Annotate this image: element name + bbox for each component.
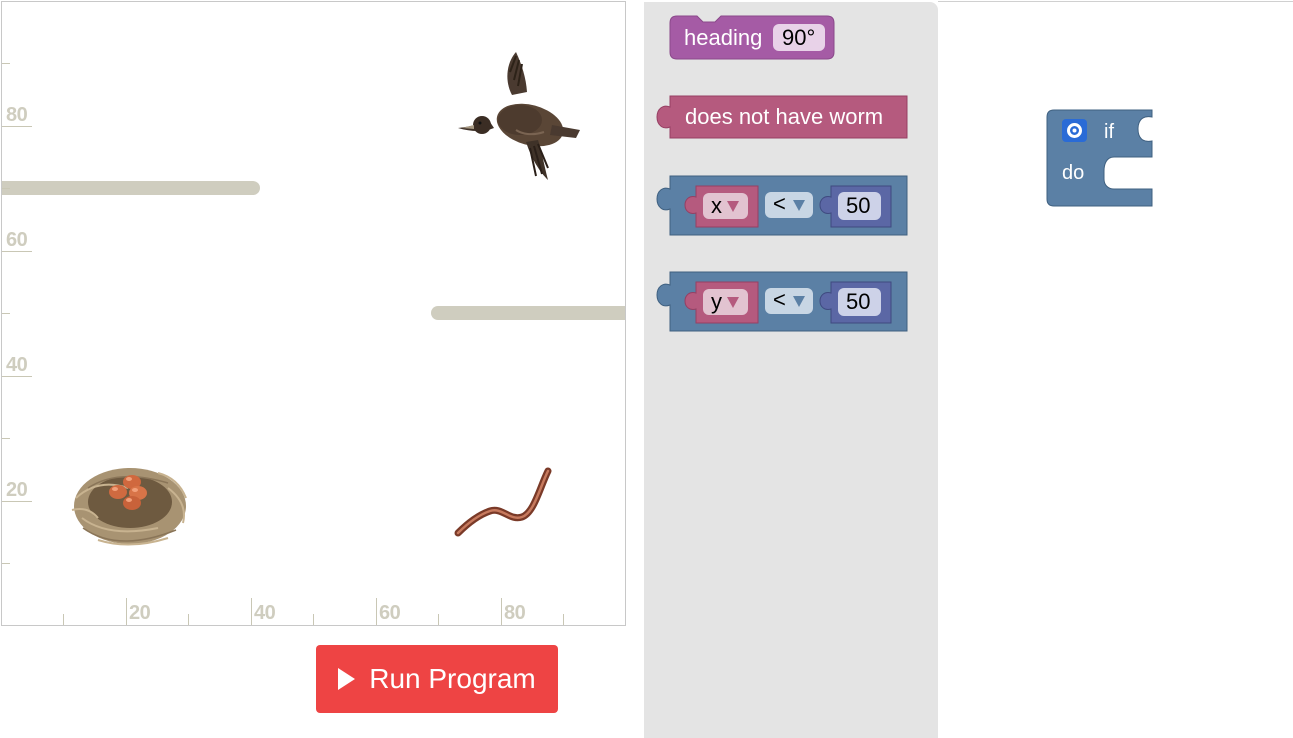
heading-label: heading — [684, 25, 762, 50]
compare-x-block[interactable]: x < 50 — [655, 175, 909, 237]
bird-sprite — [458, 52, 580, 180]
x-axis-label: 80 — [504, 602, 526, 624]
worm-sprite — [454, 467, 552, 537]
x-tick — [438, 614, 439, 625]
run-program-button[interactable]: Run Program — [316, 645, 558, 713]
if-label: if — [1104, 121, 1114, 143]
y-tick — [2, 63, 10, 64]
x-tick — [251, 598, 252, 625]
heading-value: 90° — [782, 25, 815, 50]
x-tick — [501, 598, 502, 625]
run-program-label: Run Program — [369, 663, 536, 694]
wall-upper — [2, 181, 260, 195]
x-axis-label: 60 — [379, 602, 401, 624]
var-x-dropdown[interactable] — [703, 193, 748, 219]
var-x-name: x — [711, 193, 722, 218]
var-y-dropdown[interactable] — [703, 289, 748, 315]
y-tick — [2, 313, 10, 314]
y-tick — [2, 188, 10, 189]
x-tick — [376, 598, 377, 625]
y-axis-label: 40 — [6, 354, 28, 376]
if-block[interactable]: if do — [1046, 109, 1154, 207]
compare-y-value: 50 — [846, 289, 870, 314]
x-axis-label: 20 — [129, 602, 151, 624]
x-tick — [63, 614, 64, 625]
play-icon — [338, 668, 356, 690]
stage: 80 60 40 20 20 40 60 80 — [1, 1, 626, 626]
var-y-name: y — [711, 289, 722, 314]
operator-y: < — [773, 287, 786, 312]
worm-block-label: does not have worm — [685, 104, 883, 129]
y-axis-label: 20 — [6, 479, 28, 501]
workspace-top-border — [938, 1, 1293, 2]
x-tick — [313, 614, 314, 625]
does-not-have-worm-block[interactable]: does not have worm — [655, 95, 909, 139]
y-axis-label: 80 — [6, 104, 28, 126]
nest-sprite — [71, 468, 187, 546]
x-tick — [126, 598, 127, 625]
x-axis-label: 40 — [254, 602, 276, 624]
operator-x: < — [773, 191, 786, 216]
heading-block[interactable]: heading 90° — [669, 15, 835, 61]
do-label: do — [1062, 162, 1084, 184]
y-tick — [2, 563, 10, 564]
x-tick — [188, 614, 189, 625]
wall-lower — [431, 306, 625, 320]
y-axis-label: 60 — [6, 229, 28, 251]
x-tick — [563, 614, 564, 625]
y-tick — [2, 438, 10, 439]
compare-y-block[interactable]: y < 50 — [655, 271, 909, 333]
compare-x-value: 50 — [846, 193, 870, 218]
